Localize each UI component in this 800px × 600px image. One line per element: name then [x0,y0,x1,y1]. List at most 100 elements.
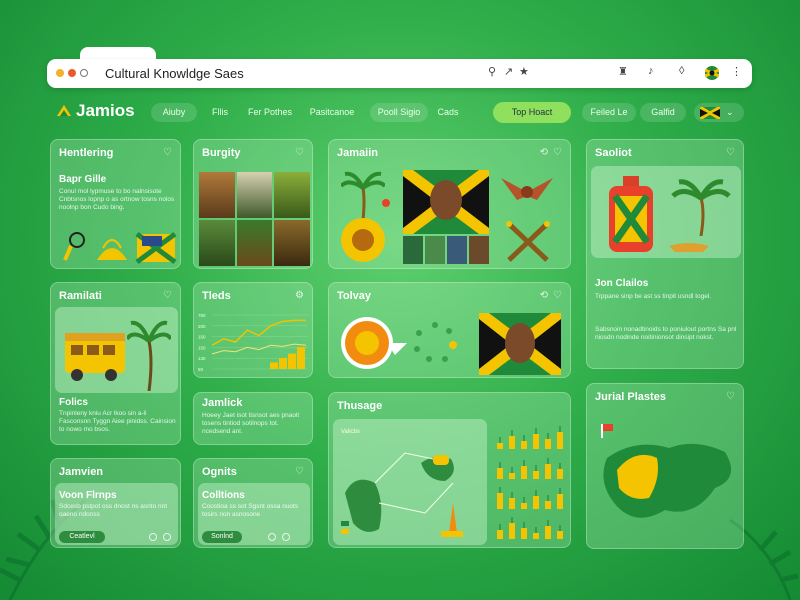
mini-bar [545,501,551,509]
minimize-dot[interactable] [68,69,76,77]
settings-icon[interactable]: ⚙ [295,290,304,301]
brand-name: Jamios [76,101,135,120]
nav-item-5[interactable]: Pooll Sigio [370,103,428,122]
card-title: Jamaiin [337,147,378,159]
card-jamaican[interactable]: Jamaiin ⟲ ♡ [328,139,571,269]
heart-icon[interactable]: ♡ [295,466,304,477]
heart-icon[interactable]: ♡ [553,147,562,158]
heart-icon[interactable]: ♡ [553,290,562,301]
mini-bar [521,441,527,449]
y-tick-label: 150 [198,345,206,350]
heart-icon[interactable]: ♡ [163,147,172,158]
tag-chip[interactable]: Sonlnd [202,531,242,543]
card-subtitle: Colltions [202,490,245,501]
palm-tree-icon [127,320,171,391]
chevron-down-icon: ⌄ [726,107,734,117]
chart-bar [270,362,278,369]
flag-portrait-image[interactable] [479,313,561,375]
photo-thumbnail[interactable] [425,236,445,264]
chart-bar [279,358,287,369]
share-icon[interactable]: ⟲ [540,147,548,158]
dot-cluster-icon [414,322,457,362]
card-jamlick[interactable]: Jamlick Hoeey Jaet isot tisnsot aes pnao… [193,392,313,445]
heart-icon[interactable]: ♡ [163,290,172,301]
card-subtitle: Voon Flrnps [59,490,117,501]
card-title: Ramilati [59,290,102,302]
card-body: Sdcesb pstpot oss dnost ns asnto nnt oae… [59,503,168,518]
card-tieds[interactable]: Tleds ⚙ 750 200 150 150 130 50 [193,282,313,378]
palm-tree-icon [671,179,731,236]
profile-flag-icon[interactable] [705,66,719,80]
photo-thumbnail[interactable] [274,220,310,266]
photo-grid [199,172,310,266]
bus-illustration[interactable] [61,331,131,385]
maximize-dot [80,69,88,77]
menu-dots-icon[interactable]: ⋮ [731,65,742,78]
share-icon[interactable]: ↗ [504,65,513,78]
nav-item-4[interactable]: Pasitcanoe [303,103,361,122]
nav-item-1[interactable]: Aiuby [151,103,197,122]
tag-chip[interactable]: Ceatlevl [59,531,105,543]
photo-thumbnail[interactable] [447,236,467,264]
share-icon[interactable]: ⟲ [540,290,548,301]
mini-bar [521,466,527,479]
mini-bar [509,498,515,509]
url-text[interactable]: Cultural Knowldge Saes [105,66,244,81]
photo-thumbnail[interactable] [469,236,489,264]
extension-icon[interactable]: ♜ [618,65,628,78]
option-dot[interactable] [163,533,171,541]
nav-right-item-1[interactable]: Feiled Le [582,103,636,122]
card-jurial[interactable]: Jurial Plastes ♡ [586,383,744,549]
card-thusage[interactable]: Thusage Valicbs [328,392,571,548]
card-title: Hentlering [59,147,114,159]
option-dot[interactable] [149,533,157,541]
mini-bar [557,469,563,479]
photo-thumbnail[interactable] [274,172,310,218]
nav-right-item-2[interactable]: Galfid [640,103,686,122]
flag-bottle-image[interactable] [607,176,655,252]
world-map[interactable] [595,418,741,538]
card-heritage[interactable]: Hentlering ♡ Bapr Gille Conul mol lypmus… [50,139,181,269]
mini-bar [497,530,503,539]
card-ramilati[interactable]: Ramilati ♡ Folics Tnpinleny kniu Acr lko… [50,282,181,445]
photo-thumbnail[interactable] [403,236,423,264]
nav-item-3[interactable]: Fer Pothes [243,103,297,122]
option-dot[interactable] [268,533,276,541]
bookmark-icon[interactable]: ★ [519,65,529,78]
top-cta-button[interactable]: Top Hoact [493,102,571,123]
browser-address-bar[interactable]: Cultural Knowldge Saes ⚲ ↗ ★ ♜ ♪ ◊ ⋮ [47,59,752,88]
photo-thumbnail[interactable] [199,220,235,266]
photo-thumbnail[interactable] [236,172,273,218]
heart-icon[interactable]: ♡ [295,147,304,158]
card-tolvay[interactable]: Tolvay ⟲ ♡ [328,282,571,378]
window-controls[interactable] [56,69,88,77]
card-beauty[interactable]: Burgity ♡ [193,139,313,269]
flag-portrait-image[interactable] [403,170,489,234]
card-subtitle: Bapr Gille [59,174,107,185]
card-ognits[interactable]: Ognits ♡ Colltions Coostioa ss sot Sgsnt… [193,458,313,548]
card-title: Tolvay [337,290,372,302]
card-sawbot[interactable]: Saoliot ♡ Jon Clailos Trppane sinp be as… [586,139,744,369]
card-body: Trppane sinp be ast ss tinpit usndl toge… [595,293,712,300]
boat-icon [669,243,709,252]
nav-item-2[interactable]: Fllis [203,103,237,122]
photo-thumbnail[interactable] [236,220,273,266]
language-selector[interactable]: ⌄ [694,103,744,122]
card-title: Saoliot [595,147,632,159]
close-dot[interactable] [56,69,64,77]
brand-logo[interactable]: Jamios [55,101,135,121]
audio-icon[interactable]: ♪ [648,65,654,77]
route-map[interactable] [335,433,485,543]
option-dot[interactable] [282,533,290,541]
photo-thumbnail[interactable] [199,172,235,218]
heart-icon[interactable]: ♡ [726,147,735,158]
nav-item-6[interactable]: Cads [430,103,466,122]
card-jamvien[interactable]: Jamvien Voon Flrnps Sdcesb pstpot oss dn… [50,458,181,548]
card-subtitle: Folics [59,397,88,408]
heart-icon[interactable]: ♡ [726,391,735,402]
shield-icon[interactable]: ◊ [679,65,684,77]
mini-bar [509,436,515,449]
search-icon[interactable]: ⚲ [488,65,496,78]
crossed-tools-icon [506,221,550,262]
sun-badge-icon[interactable] [337,315,417,371]
